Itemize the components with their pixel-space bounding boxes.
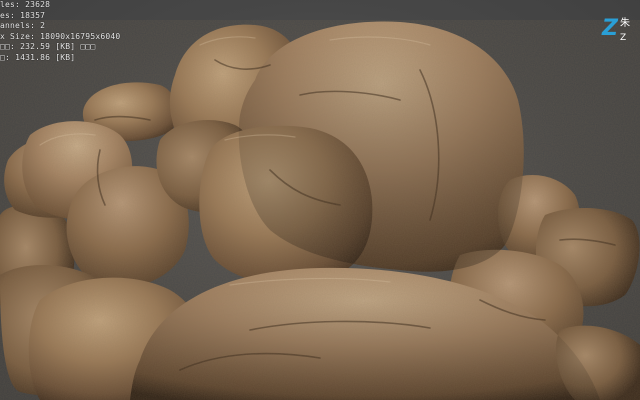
stat-label: les: [0, 0, 21, 9]
stat-line: □□: 232.59 [KB] □□□ [0, 42, 120, 53]
stat-unit: [KB] [55, 52, 76, 62]
stat-line: □: 1431.86 [KB] [0, 53, 120, 64]
stat-label: x Size: [0, 31, 36, 41]
stat-label: □: [0, 52, 11, 62]
stat-value: 232.59 [20, 42, 51, 51]
logo-text: 朱 [620, 18, 630, 29]
stat-label: annels: [0, 21, 36, 30]
logo-subtext: Z [620, 33, 627, 43]
stat-unit: [KB] □□□ [55, 42, 96, 51]
stat-line: es: 18357 [0, 11, 120, 22]
stat-line: les: 23628 [0, 0, 120, 11]
model-stats-overlay: les: 23628 es: 18357 annels: 2 x Size: 1… [0, 0, 120, 63]
watermark-logo: Z 朱 Z [600, 16, 640, 50]
logo-mark-icon: Z [602, 16, 618, 41]
stat-value: 2 [40, 21, 46, 30]
stat-value: 18090x16795x6040 [40, 31, 121, 41]
stat-value: 18357 [20, 10, 46, 20]
3d-viewport[interactable]: les: 23628 es: 18357 annels: 2 x Size: 1… [0, 0, 640, 400]
stat-line: annels: 2 [0, 21, 120, 32]
stat-label: es: [0, 10, 16, 20]
stat-value: 23628 [25, 0, 51, 9]
stat-value: 1431.86 [15, 52, 51, 62]
stat-line: x Size: 18090x16795x6040 [0, 32, 120, 43]
stat-label: □□: [0, 42, 16, 51]
